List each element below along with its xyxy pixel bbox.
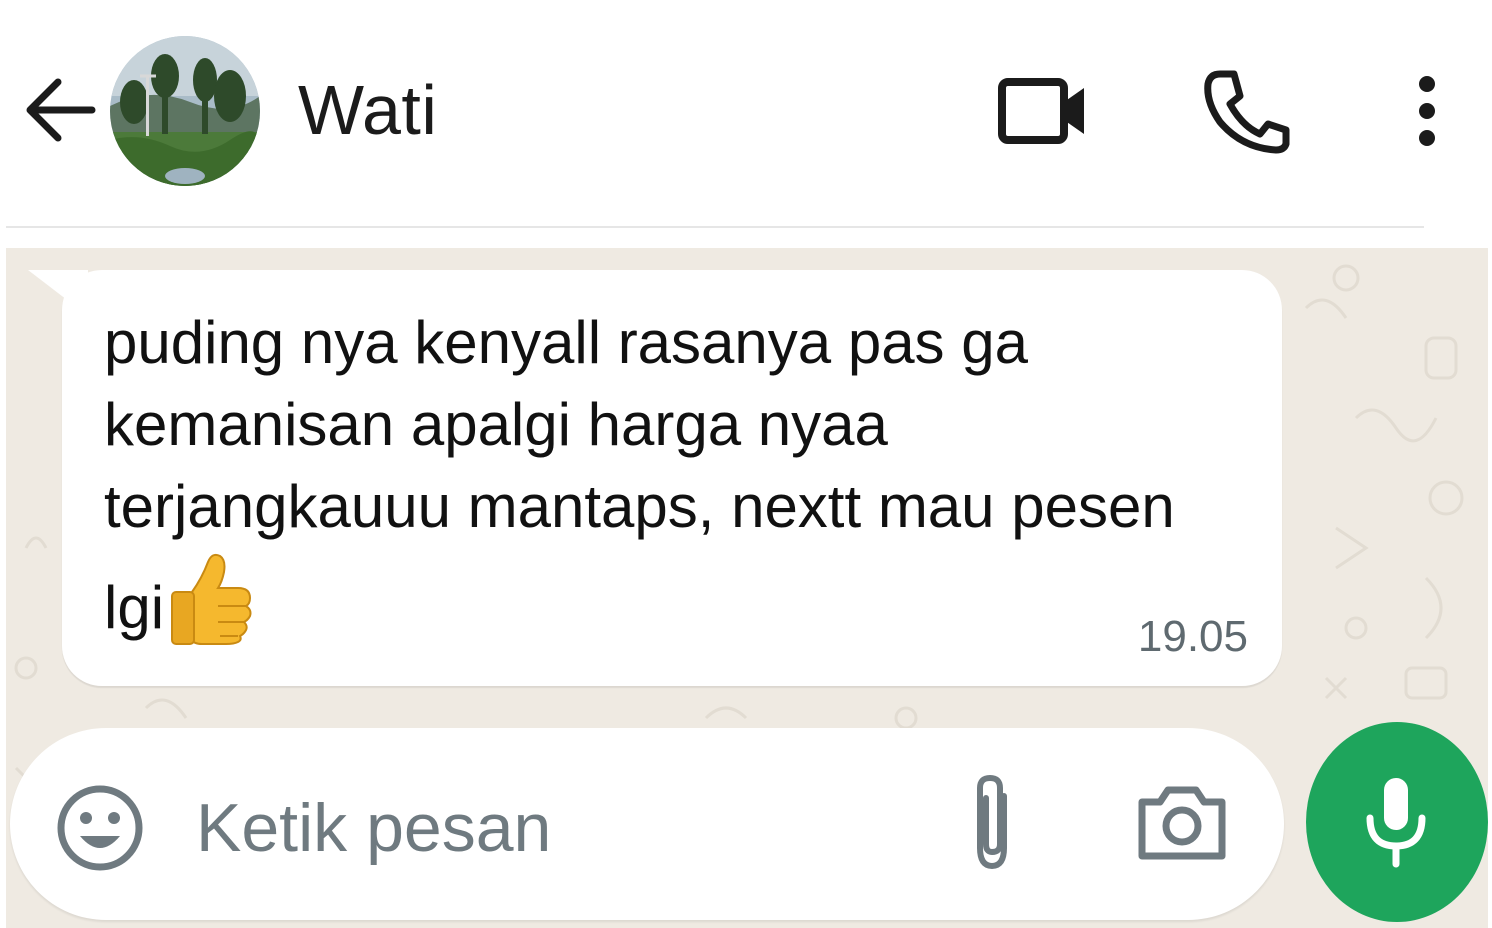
video-camera-icon — [998, 78, 1084, 144]
phone-icon — [1204, 70, 1290, 154]
paperclip-icon — [977, 774, 1007, 870]
attach-button[interactable] — [960, 770, 1024, 874]
voice-call-button[interactable] — [1198, 62, 1294, 158]
microphone-icon — [1366, 778, 1426, 868]
emoji-button[interactable] — [52, 780, 148, 876]
back-button[interactable] — [20, 72, 100, 148]
more-options-button[interactable] — [1402, 66, 1452, 156]
thumbs-up-icon — [171, 553, 252, 645]
more-vertical-icon — [1419, 76, 1435, 146]
video-call-button[interactable] — [994, 66, 1094, 156]
contact-name[interactable]: Wati — [298, 70, 437, 150]
avatar-image — [110, 36, 260, 186]
camera-button[interactable] — [1134, 780, 1230, 864]
message-text-content: puding nya kenyall rasanya pas ga kemani… — [104, 309, 1175, 641]
message-timestamp: 19.05 — [1137, 612, 1248, 661]
message-input[interactable] — [196, 780, 936, 876]
arrow-left-icon — [26, 78, 96, 142]
smiley-icon — [57, 785, 143, 871]
avatar[interactable] — [110, 36, 260, 186]
voice-message-button[interactable] — [1306, 722, 1488, 922]
camera-icon — [1138, 786, 1226, 860]
message-text: puding nya kenyall rasanya pas ga kemani… — [104, 302, 1224, 649]
header-divider — [6, 226, 1424, 228]
